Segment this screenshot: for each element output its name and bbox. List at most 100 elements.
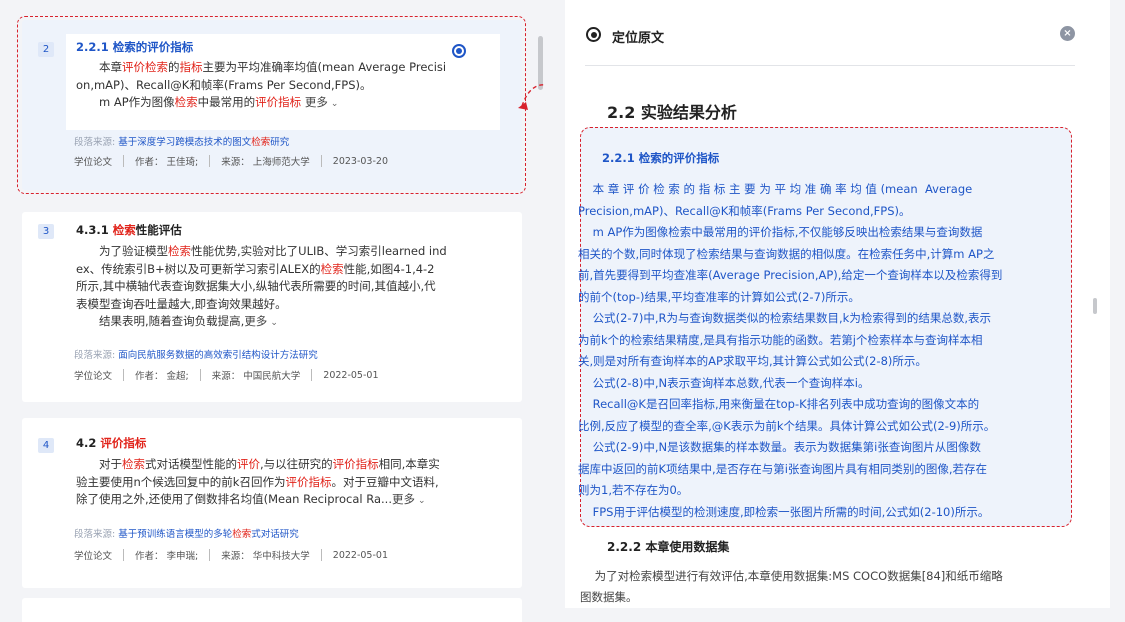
cited-line: 公式(2-8)中,N表示查询样本总数,代表一个查询样本i。 — [578, 375, 870, 390]
highlighted-term: 评价 — [237, 457, 260, 471]
paragraph-line: m AP作为图像检索中最常用的评价指标 更多 ⌄ — [76, 94, 490, 114]
meta-separator — [123, 369, 125, 381]
highlighted-term: 检索 — [174, 95, 198, 109]
cited-line: 相关的个数,同时体现了检索结果与查询数据的相似度。在检索任务中,计算m AP之 — [578, 246, 995, 261]
result-index-badge: 3 — [38, 224, 54, 239]
paragraph-line: 所示,其中横轴代表查询数据集大小,纵轴代表所需要的时间,其值越小,代 — [76, 278, 500, 296]
highlighted-term: 检索 — [232, 529, 252, 540]
text-run: 4.3.1 — [76, 223, 113, 237]
text-run: 结果表明,随着查询负载提高, — [99, 314, 245, 328]
text-run: ,与以往研究的 — [260, 457, 333, 471]
text-run: 基于深度学习跨模态技术的图文 — [118, 137, 252, 148]
more-link[interactable]: 更多 ⌄ — [392, 492, 426, 506]
more-link[interactable]: 更多 ⌄ — [244, 314, 278, 328]
more-label: 更多 — [391, 492, 415, 506]
text-run: 表模型查询吞吐量越大,即查询效果越好。 — [76, 296, 287, 311]
result-card[interactable]: 4 4.2 评价指标 对于检索式对话模型性能的评价,与以往研究的评价指标相同,本… — [22, 418, 522, 588]
text-run: 研究 — [270, 137, 290, 148]
text-run: 性能评估 — [135, 223, 182, 237]
paragraph-line: 为了验证模型检索性能优势,实验对比了ULIB、学习索引learned ind — [76, 243, 500, 261]
panel-title: 定位原文 — [612, 31, 665, 46]
search-results-panel: 2 2.2.1 检索的评价指标 本章评价检索的指标主要为平均准确率均值(mean… — [0, 0, 545, 622]
highlighted-term: 检索 — [320, 261, 344, 276]
meta-separator — [123, 155, 125, 167]
meta-separator — [199, 369, 201, 381]
result-card[interactable]: 2 2.2.1 检索的评价指标 本章评价检索的指标主要为平均准确率均值(mean… — [22, 20, 522, 190]
paragraph-title: 4.3.1 检索性能评估 — [76, 222, 500, 239]
paragraph-box: 4.2 评价指标 对于检索式对话模型性能的评价,与以往研究的评价指标相同,本章实… — [66, 435, 500, 511]
chevron-down-icon: ⌄ — [270, 318, 278, 328]
cited-line: Recall@K是召回率指标,用来衡量在top-K排名列表中成功查询的图像文本的 — [578, 397, 980, 411]
doc-type: 学位论文 — [74, 551, 113, 562]
section-title: 2.2 实验结果分析 — [607, 103, 737, 122]
cited-line: 公式(2-7)中,R为与查询数据类似的检索结果数目,k为检索得到的结果总数,表示 — [578, 311, 991, 325]
paragraph-line: 结果表明,随着查询负载提高,更多 ⌄ — [76, 313, 500, 333]
meta-separator — [123, 549, 125, 561]
cited-line: 关,则是对所有查询样本的AP求取平均,其计算公式如公式(2-8)所示。 — [578, 354, 927, 368]
text-run: 4.2 — [76, 436, 101, 450]
source-reader-panel: 定位原文 × 2.2 实验结果分析 2.2.1 检索的评价指标 本 章 评 价 … — [545, 0, 1125, 622]
result-card[interactable] — [22, 598, 522, 622]
reader-scrollbar[interactable] — [1093, 298, 1097, 314]
text-run: 面向民航服务数据的高效索引结构设计方法研究 — [118, 350, 318, 361]
paragraph-line: 表模型查询吞吐量越大,即查询效果越好。 — [76, 296, 500, 314]
text-run: 式对话研究 — [251, 529, 299, 540]
subsection-title: 2.2.2 本章使用数据集 — [607, 540, 730, 554]
highlighted-term: 检索 — [122, 457, 145, 471]
meta-separator — [320, 155, 322, 167]
cited-line: 的前个(top-)结果,平均查准率的计算如公式(2-7)所示。 — [578, 289, 860, 304]
close-icon[interactable]: × — [1060, 26, 1075, 41]
paragraph-source[interactable]: 段落来源: 面向民航服务数据的高效索引结构设计方法研究 — [74, 347, 318, 361]
paragraph-box: 4.3.1 检索性能评估 为了验证模型检索性能优势,实验对比了ULIB、学习索引… — [66, 222, 500, 333]
meta-separator — [311, 369, 313, 381]
paragraph-line: ex、传统索引B+树以及可更新学习索引ALEX的检索性能,如图4-1,4-2 — [76, 261, 500, 279]
paragraph-line: 验主要使用n个候选回复中的前k召回作为评价指标。对于豆瓣中文语料, — [76, 474, 500, 492]
highlighted-term: 检索 — [112, 223, 136, 237]
date: 2022-05-01 — [332, 549, 388, 561]
result-meta: 学位论文 作者： 王佳琦; 来源： 上海师范大学 2023-03-20 — [74, 154, 388, 168]
text-run: 所示,其中横轴代表查询数据集大小,纵轴代表所需要的时间,其值越小,代 — [76, 279, 436, 293]
more-label: 更多 — [244, 314, 268, 328]
highlighted-term: 评价指标 — [332, 457, 379, 471]
text-run: 的 — [168, 60, 180, 74]
cited-line: 公式(2-9)中,N是该数据集的样本数量。表示为数据集第i张查询图片从图像数 — [578, 440, 981, 454]
text-run: on,mAP)、Recall@K和帧率(Frams Per Second,FPS… — [76, 77, 372, 92]
text-run: 。对于豆瓣中文语料, — [331, 474, 439, 489]
paragraph-source[interactable]: 段落来源: 基于深度学习跨模态技术的图文检索研究 — [74, 134, 289, 148]
institution: 来源： 上海师范大学 — [221, 157, 310, 168]
result-index-badge: 4 — [38, 438, 54, 453]
results-scrollbar[interactable] — [538, 36, 543, 90]
paragraph-box: 2.2.1 检索的评价指标 本章评价检索的指标主要为平均准确率均值(mean A… — [66, 34, 500, 130]
paragraph-source[interactable]: 段落来源: 基于预训练语言模型的多轮检索式对话研究 — [74, 526, 299, 540]
text-run: 除了使用之外,还使用了倒数排名均值(Mean Reciprocal Ra... — [76, 492, 392, 506]
cited-line: 据库中返回的前K项结果中,是否存在与第i张查询图片具有相同类别的图像,若存在 — [578, 461, 988, 476]
cited-line: 比例,反应了模型的查全率,@K表示为前k个结果。具体计算公式如公式(2-9)所示… — [578, 418, 996, 433]
paragraph-body: 为了验证模型检索性能优势,实验对比了ULIB、学习索引learned ind ex… — [76, 243, 500, 333]
cited-passage-heading: 2.2.1 检索的评价指标 — [602, 151, 720, 165]
highlighted-term: 检索 — [251, 137, 271, 148]
text-run: 对于 — [99, 457, 122, 471]
text-run: m AP作为图像 — [99, 95, 175, 109]
more-link[interactable]: 更多 ⌄ — [305, 95, 339, 109]
body-line: 为了对检索模型进行有效评估,本章使用数据集:MS COCO数据集[84]和纸币缩… — [580, 569, 1003, 583]
paragraph-line: 本章评价检索的指标主要为平均准确率均值(mean Average Precisi — [76, 59, 490, 77]
text-run: 基于预训练语言模型的多轮 — [118, 529, 233, 540]
author: 作者： 王佳琦; — [135, 157, 199, 168]
more-label: 更多 — [304, 95, 328, 109]
locate-eye-icon[interactable] — [452, 44, 466, 58]
text-run: 性能优势,实验对比了ULIB、学习索引learned ind — [191, 244, 447, 258]
doc-type: 学位论文 — [74, 157, 113, 168]
paragraph-line: on,mAP)、Recall@K和帧率(Frams Per Second,FPS… — [76, 77, 490, 95]
body-line: 图数据集。 — [580, 590, 638, 604]
cited-line: 为前k个的检索结果精度,是具有指示功能的函数。若第j个检索样本与查询样本相 — [578, 332, 983, 347]
chevron-down-icon: ⌄ — [417, 496, 426, 506]
paragraph-line: 对于检索式对话模型性能的评价,与以往研究的评价指标相同,本章实 — [76, 456, 500, 474]
text-run: ex、传统索引B+树以及可更新学习索引ALEX的 — [76, 261, 321, 276]
paragraph-title: 2.2.1 检索的评价指标 — [76, 40, 194, 54]
reader-sheet: 定位原文 × 2.2 实验结果分析 2.2.1 检索的评价指标 本 章 评 价 … — [565, 0, 1110, 608]
highlighted-term: 评价指标 — [100, 436, 147, 450]
text-run: 本章 — [99, 60, 122, 74]
author: 作者： 李申瑞; — [135, 551, 199, 562]
cited-line: 前,首先要得到平均查准率(Average Precision,AP),给定一个查… — [578, 268, 1003, 282]
result-card[interactable]: 3 4.3.1 检索性能评估 为了验证模型检索性能优势,实验对比了ULIB、学习… — [22, 212, 522, 402]
